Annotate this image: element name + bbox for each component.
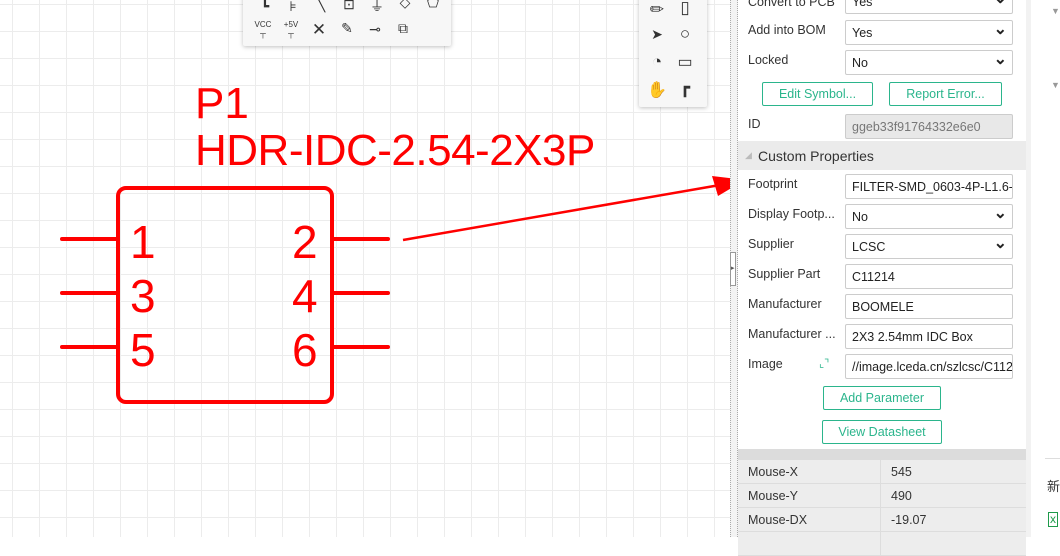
status-table: Mouse-X 545 Mouse-Y 490 Mouse-DX -19.07 (738, 460, 1026, 556)
add-bom-label: Add into BOM (748, 23, 826, 37)
collapse-handle[interactable]: ▸ (730, 252, 736, 286)
status-key: Mouse-Y (738, 484, 881, 507)
convert-pcb-select[interactable]: Yes (845, 0, 1013, 14)
table-row: Mouse-Y 490 (738, 484, 1026, 508)
id-label: ID (748, 117, 761, 131)
status-value: 490 (891, 489, 912, 503)
supplier-part-input[interactable]: C11214 (845, 264, 1013, 289)
custom-properties-header[interactable]: ◢ Custom Properties (738, 141, 1026, 170)
panel-divider (738, 449, 1026, 460)
supplier-select[interactable]: LCSC (845, 234, 1013, 259)
table-row: Mouse-DX -19.07 (738, 508, 1026, 532)
pin-5-number: 5 (130, 324, 156, 376)
pin-1-number: 1 (130, 216, 156, 268)
display-footprint-select[interactable]: No (845, 204, 1013, 229)
status-value: -19.07 (891, 513, 927, 527)
custom-properties-title: Custom Properties (758, 148, 874, 164)
convert-pcb-label: Convert to PCB (748, 0, 835, 9)
broken-image-icon[interactable]: ⌞⌝ (819, 357, 829, 370)
sidebar-divider (1045, 458, 1060, 459)
add-parameter-button[interactable]: Add Parameter (823, 386, 941, 410)
manufacturer-label: Manufacturer (748, 297, 822, 311)
manufacturer-part-label: Manufacturer ... (748, 327, 836, 341)
sidebar-text: 新 (1047, 479, 1060, 494)
locked-label: Locked (748, 53, 789, 67)
schematic-canvas[interactable]: ┗ ⊧ ╲ ⊡ ⏚ ◇ ⬠ VCC ┬ +5V ┬ ✕ ✎ ⊸ ⧉ ✏ ▯ ➤ ○ … (0, 0, 730, 537)
footprint-label: Footprint (748, 177, 798, 191)
pin-3-number: 3 (130, 270, 156, 322)
id-field: ggeb33f91764332e6e0 (845, 114, 1013, 139)
table-row: Mouse-X 545 (738, 460, 1026, 484)
panel-splitter[interactable]: ▸ (730, 0, 738, 537)
manufacturer-part-input[interactable]: 2X3 2.54mm IDC Box (845, 324, 1013, 349)
collapse-triangle-icon: ◢ (745, 150, 752, 160)
status-key: Mouse-DX (738, 508, 881, 531)
footprint-input[interactable]: FILTER-SMD_0603-4P-L1.6-W (845, 174, 1013, 199)
pin-lines (60, 176, 730, 349)
dropdown-triangle-icon[interactable]: ▼ (1051, 6, 1060, 16)
table-row (738, 532, 1026, 556)
pin-2-number: 2 (292, 216, 318, 268)
locked-select[interactable]: No (845, 50, 1013, 75)
status-value: 545 (891, 465, 912, 479)
manufacturer-input[interactable]: BOOMELE (845, 294, 1013, 319)
edit-symbol-button[interactable]: Edit Symbol... (762, 82, 873, 106)
properties-panel: Convert to PCB Yes Add into BOM Yes Lock… (738, 0, 1026, 556)
pin-6-number: 6 (292, 324, 318, 376)
dropdown-triangle-icon[interactable]: ▼ (1051, 80, 1060, 90)
pin-4-number: 4 (292, 270, 318, 322)
image-input[interactable]: //image.lceda.cn/szlcsc/C11214 (845, 354, 1013, 379)
supplier-label: Supplier (748, 237, 794, 251)
right-sidebar: ▼ ▼ 新 x (1026, 0, 1060, 537)
add-bom-select[interactable]: Yes (845, 20, 1013, 45)
image-label: Image (748, 357, 783, 371)
excel-icon[interactable]: x (1048, 512, 1058, 527)
report-error-button[interactable]: Report Error... (889, 82, 1002, 106)
supplier-part-label: Supplier Part (748, 267, 821, 281)
display-footprint-label: Display Footp... (748, 207, 835, 221)
view-datasheet-button[interactable]: View Datasheet (822, 420, 942, 444)
status-key: Mouse-X (738, 460, 881, 483)
annotation-arrow (402, 183, 721, 242)
